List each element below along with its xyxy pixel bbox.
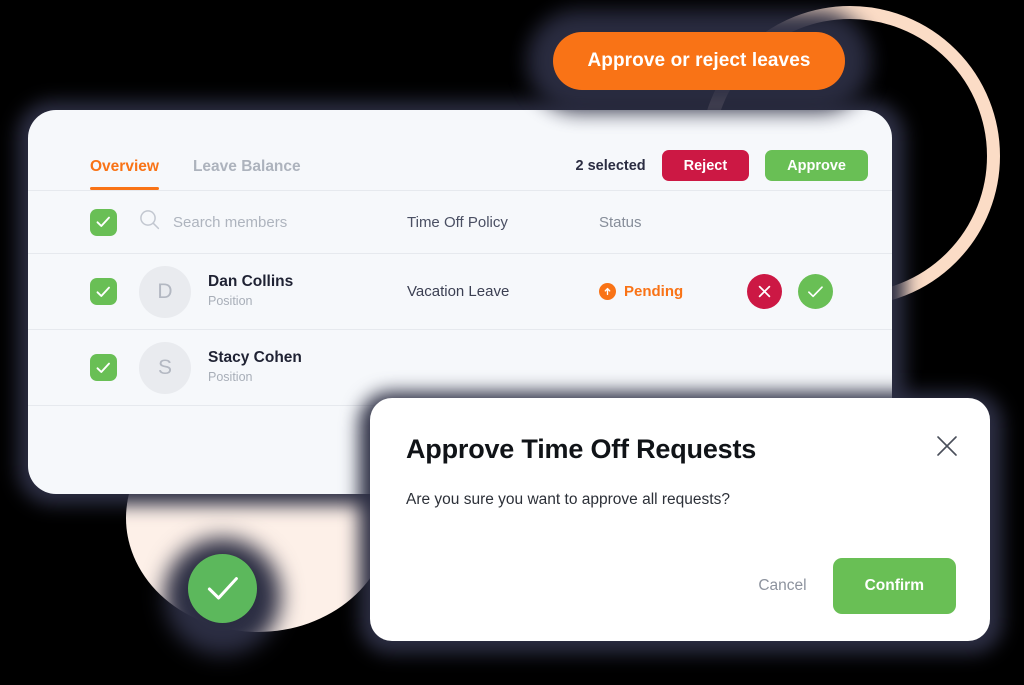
success-check-badge: [164, 538, 281, 655]
confirm-button[interactable]: Confirm: [832, 558, 956, 614]
table-header-row: Time Off Policy Status: [28, 191, 892, 253]
member-position: Position: [208, 294, 253, 309]
check-icon: [207, 577, 238, 600]
search-cell: [139, 209, 407, 235]
tab-overview[interactable]: Overview: [90, 158, 159, 190]
approve-modal: Approve Time Off Requests Are you sure y…: [359, 392, 1003, 654]
status-label: Pending: [624, 282, 684, 300]
search-input[interactable]: [173, 213, 373, 231]
search-icon: [139, 209, 160, 235]
status-badge: Pending: [599, 282, 684, 300]
cell-policy: Vacation Leave: [407, 283, 510, 300]
table-row[interactable]: D Dan Collins Position Vacation Leave Pe…: [28, 254, 892, 329]
member-position: Position: [208, 370, 253, 385]
row-actions: [747, 274, 833, 309]
member-cell: D Dan Collins Position: [139, 265, 407, 318]
modal-title: Approve Time Off Requests: [406, 434, 757, 464]
bulk-actions-toolbar: 2 selected Reject Approve: [575, 150, 868, 181]
modal-body-text: Are you sure you want to approve all req…: [406, 491, 730, 508]
column-header-status: Status: [599, 213, 642, 231]
check-icon: [808, 285, 823, 297]
column-header-policy: Time Off Policy: [407, 213, 508, 231]
cancel-button[interactable]: Cancel: [758, 577, 806, 595]
illustration-stage: Overview Leave Balance 2 selected Reject…: [0, 0, 1024, 685]
modal-footer: Cancel Confirm: [758, 558, 956, 614]
close-icon: [758, 285, 771, 298]
row-reject-button[interactable]: [747, 274, 782, 309]
member-name: Dan Collins: [208, 273, 294, 291]
callout-label: Approve or reject leaves: [553, 32, 845, 90]
avatar: D: [139, 265, 191, 318]
row-approve-button[interactable]: [798, 274, 833, 309]
avatar: S: [139, 341, 191, 394]
row-checkbox[interactable]: [90, 278, 117, 305]
member-cell: S Stacy Cohen Position: [139, 341, 407, 394]
row-checkbox[interactable]: [90, 354, 117, 381]
approve-button[interactable]: Approve: [765, 150, 868, 181]
callout-pill: Approve or reject leaves: [527, 10, 871, 112]
select-all-checkbox[interactable]: [90, 208, 117, 236]
cell-status: Pending: [599, 282, 747, 301]
pending-icon: [599, 282, 616, 300]
selected-count-label: 2 selected: [575, 157, 646, 174]
modal-close-button[interactable]: [934, 433, 960, 459]
member-name: Stacy Cohen: [208, 349, 302, 367]
close-icon: [937, 436, 957, 456]
reject-button[interactable]: Reject: [661, 150, 750, 181]
tab-leave-balance[interactable]: Leave Balance: [193, 158, 301, 190]
